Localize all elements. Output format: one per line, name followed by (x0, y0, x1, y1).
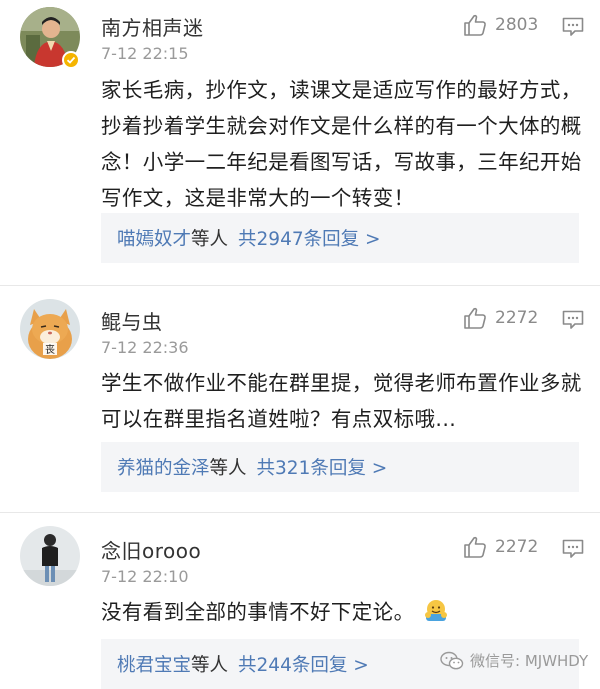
thumbs-up-icon (464, 307, 486, 329)
username[interactable]: 念旧orooo (101, 535, 201, 564)
divider (0, 512, 600, 513)
reply-suffix: 等人 (191, 655, 229, 676)
like-count: 2803 (495, 15, 539, 35)
comment-text: 没有看到全部的事情不好下定论。 (101, 594, 589, 634)
reply-usernames[interactable]: 养猫的金泽 (117, 454, 210, 480)
divider (0, 285, 600, 286)
watermark-text: 微信号: MJWHDY (470, 652, 589, 670)
like-count: 2272 (495, 308, 539, 328)
timestamp: 7-12 22:15 (101, 44, 189, 63)
like-count: 2272 (495, 537, 539, 557)
reply-count-link[interactable]: 共321条回复 > (257, 454, 388, 480)
comment-icon[interactable] (562, 539, 584, 559)
comment-icon[interactable] (562, 310, 584, 330)
avatar[interactable] (20, 526, 80, 586)
wechat-icon (440, 651, 464, 669)
replies-preview[interactable]: 喵嫣奴才 等人 共2947条回复 > (101, 213, 579, 263)
reply-count-link[interactable]: 共2947条回复 > (238, 225, 380, 251)
timestamp: 7-12 22:36 (101, 338, 189, 357)
comment-text: 家长毛病，抄作文，读课文是适应写作的最好方式，抄着抄着学生就会对作文是什么样的有… (101, 78, 582, 210)
reply-count-link[interactable]: 共244条回复 > (238, 651, 369, 677)
comment-text-content: 没有看到全部的事情不好下定论。 (101, 600, 415, 624)
timestamp: 7-12 22:10 (101, 567, 189, 586)
username[interactable]: 鲲与虫 (101, 306, 163, 335)
replies-preview[interactable]: 养猫的金泽 等人 共321条回复 > (101, 442, 579, 492)
reply-usernames[interactable]: 桃君宝宝 (117, 651, 191, 677)
thumbs-up-icon (464, 14, 486, 36)
hugging-face-emoji-icon (423, 598, 449, 634)
reply-suffix: 等人 (209, 458, 247, 479)
thumbs-up-icon (464, 536, 486, 558)
reply-usernames[interactable]: 喵嫣奴才 (117, 225, 191, 251)
avatar[interactable]: 丧 (20, 299, 80, 359)
comment-icon[interactable] (562, 17, 584, 37)
like-button[interactable]: 2272 (463, 536, 538, 558)
like-button[interactable]: 2272 (463, 307, 538, 329)
username[interactable]: 南方相声迷 (101, 12, 204, 41)
avatar-caption: 丧 (45, 344, 55, 356)
like-button[interactable]: 2803 (463, 14, 538, 36)
comment-text: 学生不做作业不能在群里提，觉得老师布置作业多就可以在群里指名道姓啦？有点双标哦.… (101, 371, 582, 431)
verified-badge-icon (62, 51, 80, 69)
reply-suffix: 等人 (191, 229, 229, 250)
watermark: 微信号: MJWHDY (440, 650, 588, 671)
